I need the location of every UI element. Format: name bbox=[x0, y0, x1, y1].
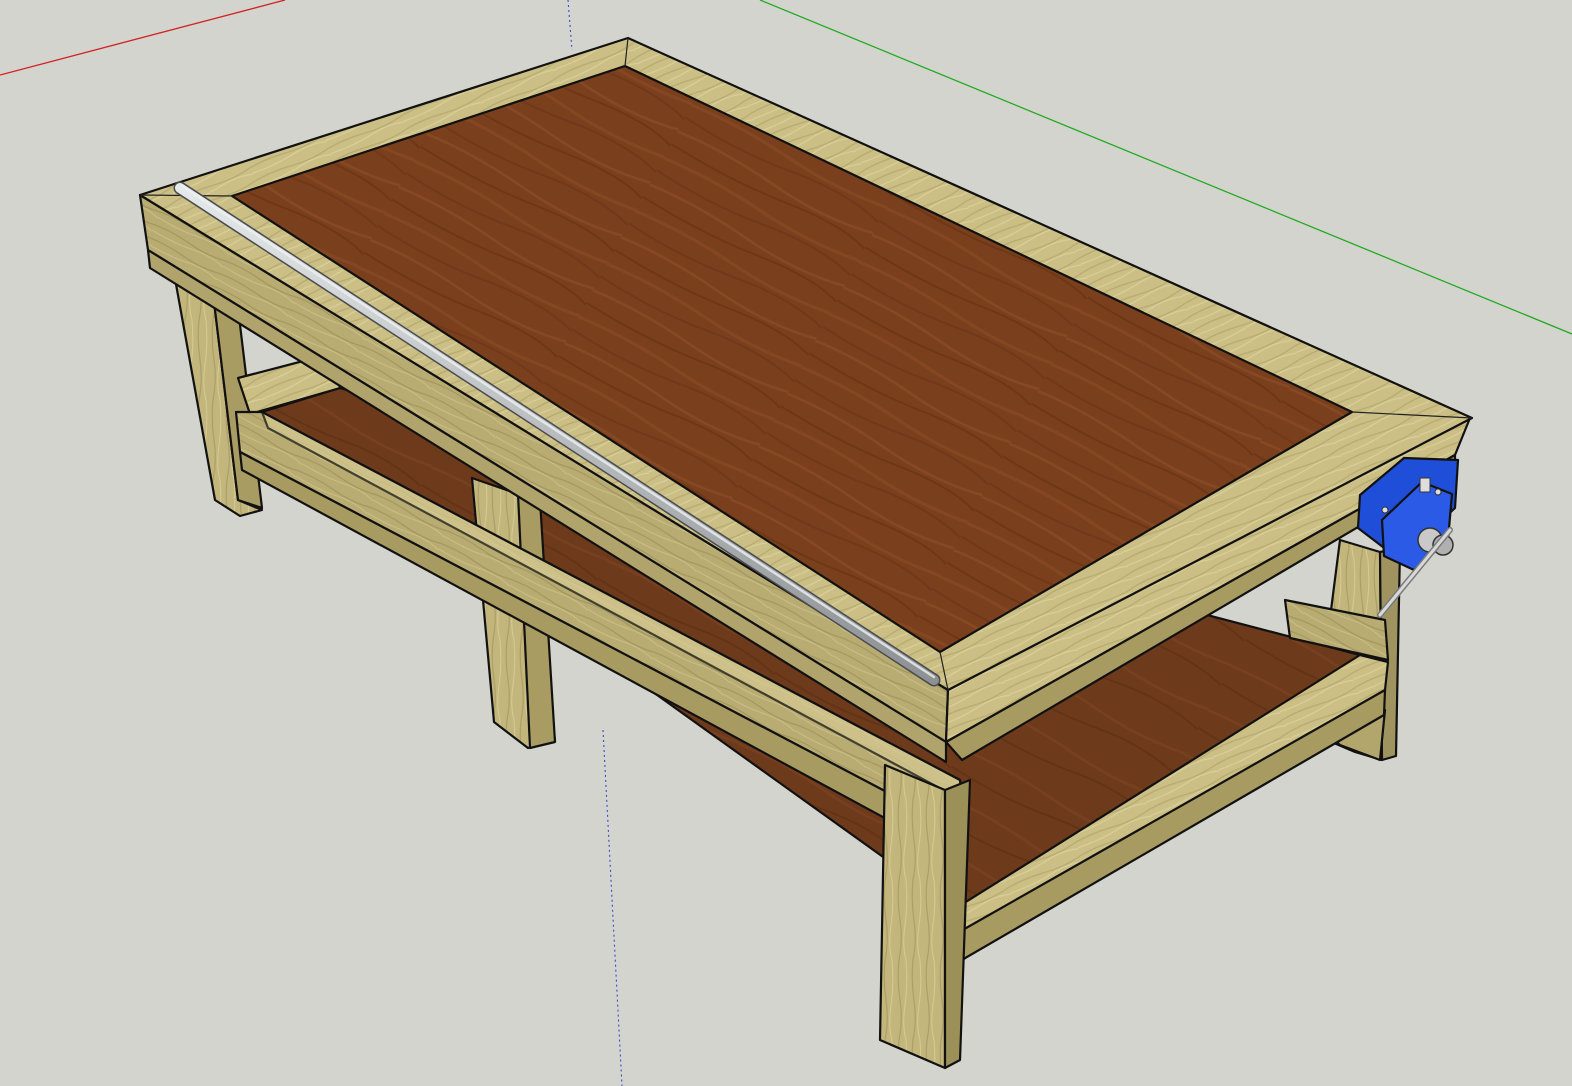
blue-axis-dotted-up bbox=[567, 0, 573, 51]
workbench-scene bbox=[0, 0, 1572, 1086]
model-viewport[interactable] bbox=[0, 0, 1572, 1086]
front-corner-leg bbox=[878, 763, 972, 1070]
blue-axis-dotted-down bbox=[602, 729, 623, 1086]
red-axis-line bbox=[0, 0, 286, 76]
